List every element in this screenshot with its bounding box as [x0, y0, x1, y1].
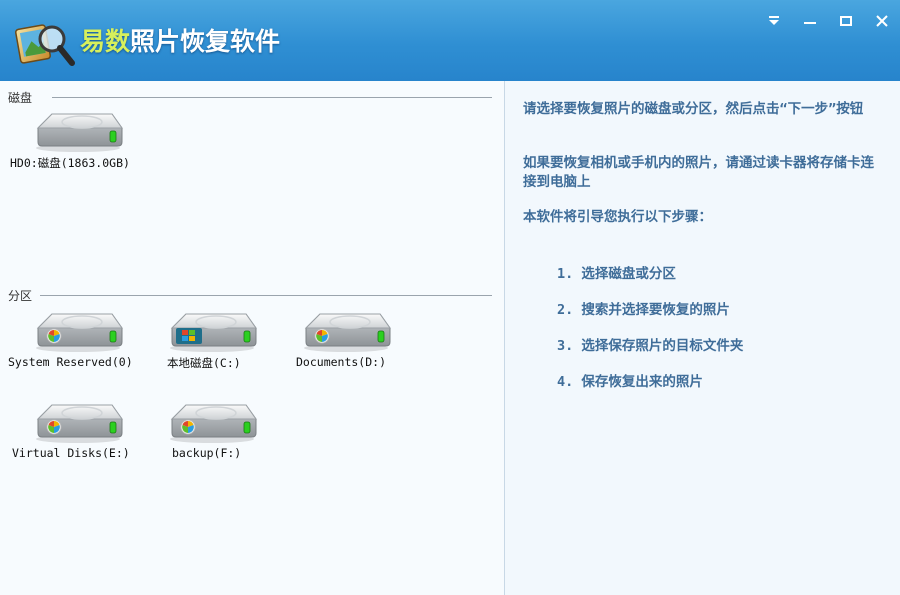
- partition-item-system-reserved[interactable]: System Reserved(0): [8, 306, 148, 388]
- app-title-accent: 易数: [80, 27, 131, 56]
- maximize-icon: [840, 16, 852, 26]
- partition-item-e[interactable]: Virtual Disks(E:): [8, 397, 148, 479]
- disks-section-label: 磁盘: [8, 91, 33, 105]
- instruction-paragraph-2: 如果要恢复相机或手机内的照片，请通过读卡器将存储卡连接到电脑上: [523, 155, 874, 190]
- partitions-section-label: 分区: [8, 289, 33, 303]
- partition-label: backup(F:): [172, 446, 242, 460]
- close-button[interactable]: [864, 6, 900, 36]
- window-controls: [756, 6, 900, 36]
- instruction-paragraph-3: 本软件将引导您执行以下步骤：: [523, 209, 712, 225]
- windows-system-drive-icon: [169, 313, 257, 353]
- partition-label: Virtual Disks(E:): [12, 446, 130, 460]
- disk-label: HD0:磁盘(1863.0GB): [10, 156, 130, 170]
- hard-disk-icon: [35, 113, 123, 153]
- disks-divider: [52, 97, 492, 98]
- partition-item-c[interactable]: 本地磁盘(C:): [142, 306, 270, 388]
- step-item: 2. 搜索并选择要恢复的照片: [557, 302, 730, 318]
- app-title: 易数照片恢复软件: [80, 22, 280, 58]
- partition-drive-icon: [35, 313, 123, 353]
- minimize-button[interactable]: [792, 6, 828, 36]
- drive-selection-panel: 磁盘 HD0:磁盘(1863.0GB) 分区 System Reserved(0…: [0, 81, 505, 595]
- menu-arrow-icon: [769, 16, 779, 25]
- app-logo-icon: [15, 24, 75, 66]
- partition-label: Documents(D:): [296, 355, 387, 369]
- step-item: 3. 选择保存照片的目标文件夹: [557, 338, 744, 354]
- menu-button[interactable]: [756, 6, 792, 36]
- disk-item-hd0[interactable]: HD0:磁盘(1863.0GB): [8, 106, 136, 188]
- step-item: 1. 选择磁盘或分区: [557, 266, 676, 282]
- partition-drive-icon: [169, 404, 257, 444]
- step-item: 4. 保存恢复出来的照片: [557, 374, 703, 390]
- partition-item-f[interactable]: backup(F:): [142, 397, 270, 479]
- partition-drive-icon: [35, 404, 123, 444]
- partition-label: System Reserved(0): [8, 355, 133, 369]
- partition-item-d[interactable]: Documents(D:): [276, 306, 404, 388]
- maximize-button[interactable]: [828, 6, 864, 36]
- partition-drive-icon: [303, 313, 391, 353]
- minimize-icon: [804, 22, 816, 24]
- partitions-divider: [40, 295, 492, 296]
- title-bar: 易数照片恢复软件: [0, 0, 900, 81]
- app-title-rest: 照片恢复软件: [130, 27, 281, 56]
- close-icon: [876, 15, 888, 27]
- instruction-paragraph-1: 请选择要恢复照片的磁盘或分区，然后点击“下一步”按钮: [523, 101, 864, 117]
- instructions-panel: 请选择要恢复照片的磁盘或分区，然后点击“下一步”按钮 如果要恢复相机或手机内的照…: [505, 81, 900, 595]
